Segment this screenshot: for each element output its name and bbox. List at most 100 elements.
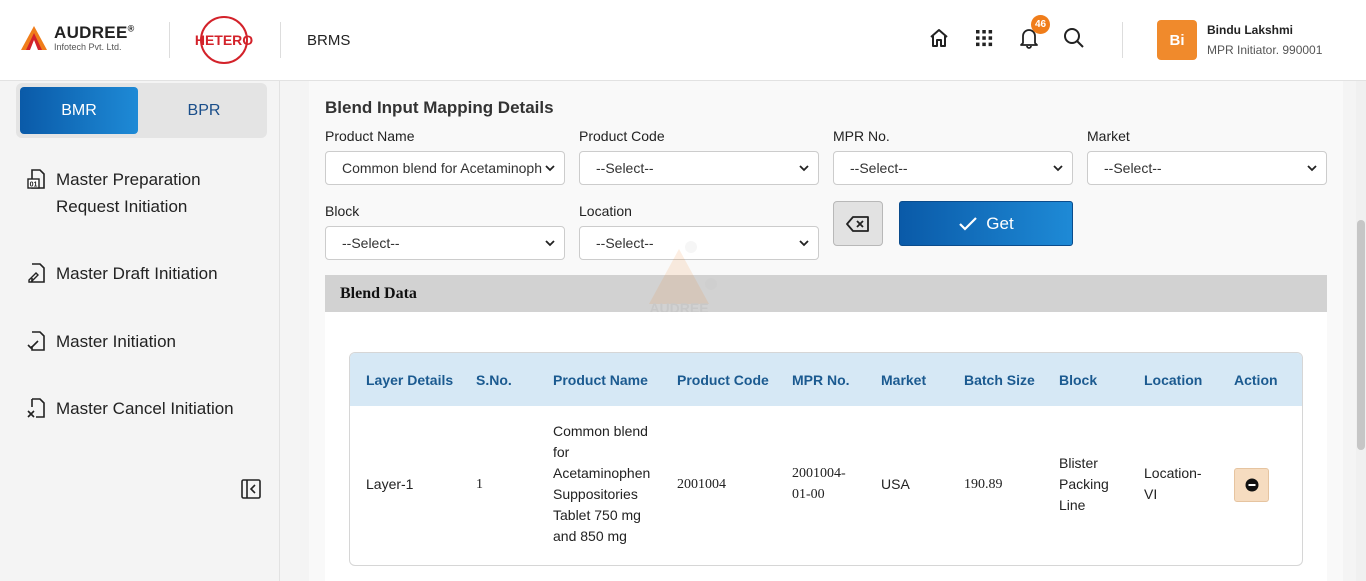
cell-line: Acetaminophen bbox=[553, 465, 651, 481]
chevron-down-icon bbox=[799, 240, 809, 247]
tab-bpr[interactable]: BPR bbox=[145, 87, 263, 134]
col-header-product-code: Product Code bbox=[677, 371, 769, 388]
hetero-logo: HETERO bbox=[195, 16, 253, 64]
bmr-bpr-toggle: BMR BPR bbox=[16, 83, 267, 138]
sidebar-item-master-initiation[interactable]: Master Initiation bbox=[26, 328, 176, 355]
audree-logo-icon bbox=[21, 26, 47, 50]
cell-batch-size: 190.89 bbox=[964, 477, 1003, 492]
cell-product-name: Common blend for Acetaminophen Supposito… bbox=[553, 421, 663, 547]
market-value: --Select-- bbox=[1104, 160, 1162, 176]
hetero-logo-text: HETERO bbox=[195, 32, 253, 48]
cell-line: 2001004- bbox=[792, 466, 846, 481]
clear-button[interactable] bbox=[833, 201, 883, 246]
cell-line: 01-00 bbox=[792, 487, 825, 502]
cell-line: Tablet 750 mg bbox=[553, 507, 641, 523]
brand-subtitle: Infotech Pvt. Ltd. bbox=[54, 42, 122, 52]
cell-line: Location- bbox=[1144, 465, 1202, 481]
chevron-down-icon bbox=[545, 165, 555, 172]
col-header-location: Location bbox=[1144, 371, 1203, 388]
blend-data-header: Blend Data bbox=[325, 275, 1327, 312]
location-label: Location bbox=[579, 203, 632, 219]
market-select[interactable]: --Select-- bbox=[1087, 151, 1327, 185]
remove-row-button[interactable] bbox=[1234, 468, 1269, 502]
col-header-batch-size: Batch Size bbox=[964, 371, 1035, 388]
tab-bmr[interactable]: BMR bbox=[20, 87, 138, 134]
chevron-down-icon bbox=[1053, 165, 1063, 172]
document-cancel-icon bbox=[27, 398, 45, 418]
app-title: BRMS bbox=[307, 32, 351, 49]
table-header: Layer Details S.No. Product Name Product… bbox=[350, 353, 1302, 406]
col-header-block: Block bbox=[1059, 371, 1098, 388]
blend-data-table: Layer Details S.No. Product Name Product… bbox=[349, 352, 1303, 566]
cell-line: Packing bbox=[1059, 476, 1109, 492]
col-header-mpr-no: MPR No. bbox=[792, 371, 850, 388]
sidebar-item-label: Request Initiation bbox=[56, 197, 188, 216]
svg-text:01: 01 bbox=[30, 182, 38, 189]
document-check-icon bbox=[27, 331, 45, 351]
product-code-label: Product Code bbox=[579, 128, 665, 144]
sidebar-item-master-cancel-initiation[interactable]: Master Cancel Initiation bbox=[26, 395, 234, 422]
scrollbar-thumb[interactable] bbox=[1357, 220, 1365, 450]
get-button[interactable]: Get bbox=[899, 201, 1073, 246]
col-header-action: Action bbox=[1234, 371, 1278, 388]
col-header-sno: S.No. bbox=[476, 371, 512, 388]
sidebar-item-master-draft-initiation[interactable]: Master Draft Initiation bbox=[26, 260, 218, 287]
cell-layer: Layer-1 bbox=[366, 476, 414, 492]
brand-name: AUDREE bbox=[54, 23, 128, 42]
product-name-value: Common blend for Acetaminoph bbox=[342, 160, 542, 176]
cell-market: USA bbox=[881, 476, 910, 492]
sidebar: BMR BPR 01 Master Preparation Request In… bbox=[0, 81, 280, 581]
sidebar-item-master-preparation-request-initiation[interactable]: 01 Master Preparation Request Initiation bbox=[26, 166, 201, 220]
header-divider bbox=[280, 22, 281, 58]
avatar[interactable]: Bi bbox=[1157, 20, 1197, 60]
col-header-product-name: Product Name bbox=[553, 371, 648, 388]
cell-product-code: 2001004 bbox=[677, 477, 726, 492]
document-01-icon: 01 bbox=[27, 169, 45, 189]
audree-logo[interactable]: AUDREE® Infotech Pvt. Ltd. bbox=[20, 24, 135, 52]
search-icon[interactable] bbox=[1062, 26, 1086, 50]
block-select[interactable]: --Select-- bbox=[325, 226, 565, 260]
cell-block: Blister Packing Line bbox=[1059, 453, 1109, 516]
product-name-select[interactable]: Common blend for Acetaminoph bbox=[325, 151, 565, 185]
header-divider bbox=[1122, 22, 1123, 58]
cell-line: for bbox=[553, 444, 570, 460]
notification-badge: 46 bbox=[1031, 15, 1050, 34]
backspace-clear-icon bbox=[846, 215, 869, 232]
product-code-select[interactable]: --Select-- bbox=[579, 151, 819, 185]
cell-line: Blister bbox=[1059, 455, 1098, 471]
sidebar-item-label: Master Cancel Initiation bbox=[56, 399, 234, 418]
mpr-no-label: MPR No. bbox=[833, 128, 890, 144]
cell-line: VI bbox=[1144, 486, 1158, 502]
minus-circle-icon bbox=[1245, 478, 1258, 492]
cell-mpr-no: 2001004- 01-00 bbox=[792, 463, 846, 505]
col-header-market: Market bbox=[881, 371, 927, 388]
page-title: Blend Input Mapping Details bbox=[325, 98, 554, 117]
mpr-no-value: --Select-- bbox=[850, 160, 908, 176]
document-edit-icon bbox=[28, 263, 45, 283]
get-button-label: Get bbox=[986, 213, 1014, 233]
sidebar-item-label: Master Initiation bbox=[56, 332, 176, 351]
cell-line: Common blend bbox=[553, 423, 648, 439]
check-icon bbox=[959, 216, 978, 231]
cell-sno: 1 bbox=[476, 477, 483, 492]
watermark-logo: AUDREE bbox=[649, 241, 717, 316]
product-code-value: --Select-- bbox=[596, 160, 654, 176]
home-icon[interactable] bbox=[927, 26, 951, 50]
cell-line: Line bbox=[1059, 497, 1086, 513]
cell-line: Suppositories bbox=[553, 486, 638, 502]
main-content: Blend Input Mapping Details Product Name… bbox=[309, 81, 1343, 581]
col-header-layer-details: Layer Details bbox=[366, 371, 454, 388]
sidebar-item-label: Master Draft Initiation bbox=[56, 264, 218, 283]
user-role: MPR Initiator. 990001 bbox=[1207, 43, 1323, 57]
cell-location: Location- VI bbox=[1144, 463, 1202, 505]
sidebar-collapse-icon[interactable] bbox=[240, 478, 262, 500]
apps-grid-icon[interactable] bbox=[972, 26, 996, 50]
sidebar-item-label: Master Preparation bbox=[56, 170, 201, 189]
header-divider bbox=[169, 22, 170, 58]
cell-line: and 850 mg bbox=[553, 528, 627, 544]
mpr-no-select[interactable]: --Select-- bbox=[833, 151, 1073, 185]
block-value: --Select-- bbox=[342, 235, 400, 251]
blend-data-panel: Layer Details S.No. Product Name Product… bbox=[325, 312, 1327, 581]
brand-registered-mark: ® bbox=[127, 23, 135, 34]
chevron-down-icon bbox=[545, 240, 555, 247]
